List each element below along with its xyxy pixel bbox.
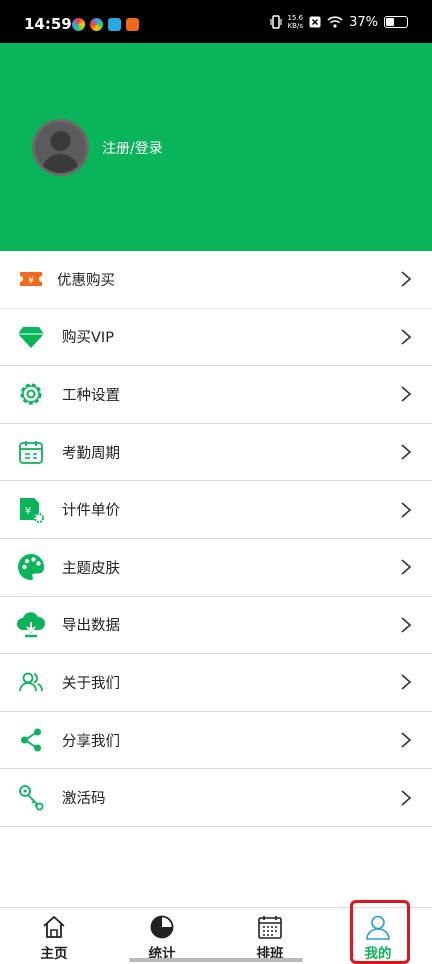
default-avatar-icon bbox=[41, 131, 80, 173]
chevron-right-icon bbox=[401, 732, 412, 748]
home-icon bbox=[43, 915, 65, 938]
chevron-right-icon bbox=[401, 271, 412, 287]
chevron-right-icon bbox=[401, 674, 412, 691]
battery-icon bbox=[384, 16, 408, 28]
avatar[interactable] bbox=[32, 119, 89, 176]
calendar-icon bbox=[16, 437, 46, 467]
menu-item-attendance-cycle[interactable]: 考勤周期 bbox=[0, 424, 432, 482]
status-time: 14:59 bbox=[24, 15, 72, 33]
wifi-icon bbox=[327, 16, 343, 28]
settings-menu: ¥ 优惠购买 购买VIP 工种设置 考勤周期 ¥ 计件单价 主题皮肤 导出数据 … bbox=[0, 251, 432, 827]
chevron-right-icon bbox=[401, 790, 412, 806]
tab-home[interactable]: 主页 bbox=[14, 908, 94, 964]
sim-off-icon bbox=[309, 16, 321, 28]
home-indicator[interactable] bbox=[129, 958, 303, 962]
chevron-right-icon bbox=[401, 444, 412, 460]
people-icon bbox=[16, 667, 46, 697]
share-icon bbox=[16, 725, 46, 755]
menu-item-buy-vip[interactable]: 购买VIP bbox=[0, 309, 432, 367]
menu-item-theme-skin[interactable]: 主题皮肤 bbox=[0, 539, 432, 597]
chevron-right-icon bbox=[401, 329, 412, 345]
net-speed: 15.6 KB/s bbox=[288, 14, 304, 30]
menu-item-piece-price[interactable]: ¥ 计件单价 bbox=[0, 481, 432, 539]
battery-percent: 37% bbox=[349, 14, 378, 30]
menu-item-label: 工种设置 bbox=[62, 387, 120, 404]
gear-icon bbox=[16, 379, 46, 409]
chevron-right-icon bbox=[401, 502, 412, 518]
menu-item-label: 激活码 bbox=[62, 791, 106, 808]
status-right: 15.6 KB/s 37% bbox=[269, 14, 408, 30]
menu-item-label: 关于我们 bbox=[62, 675, 120, 692]
menu-item-label: 购买VIP bbox=[62, 330, 114, 347]
vibrate-icon bbox=[269, 15, 282, 29]
profile-header: 注册/登录 bbox=[0, 43, 432, 251]
chevron-right-icon bbox=[401, 617, 412, 633]
menu-item-share-us[interactable]: 分享我们 bbox=[0, 712, 432, 770]
app-notification-icon bbox=[108, 18, 121, 31]
menu-item-activation-code[interactable]: 激活码 bbox=[0, 769, 432, 827]
menu-item-work-type-settings[interactable]: 工种设置 bbox=[0, 366, 432, 424]
palette-icon bbox=[16, 552, 46, 582]
svg-text:¥: ¥ bbox=[25, 506, 31, 517]
menu-item-about-us[interactable]: 关于我们 bbox=[0, 654, 432, 712]
chevron-right-icon bbox=[401, 559, 412, 575]
app-notification-icon bbox=[90, 18, 103, 31]
tab-statistics[interactable]: 统计 bbox=[122, 908, 202, 964]
tab-label: 主页 bbox=[40, 946, 68, 962]
menu-item-label: 主题皮肤 bbox=[62, 560, 120, 577]
menu-item-label: 计件单价 bbox=[62, 503, 120, 520]
menu-item-label: 优惠购买 bbox=[57, 272, 115, 289]
menu-item-label: 导出数据 bbox=[62, 618, 120, 635]
net-speed-value: 15.6 bbox=[287, 14, 304, 22]
price-doc-icon: ¥ bbox=[16, 495, 46, 525]
diamond-icon bbox=[16, 322, 46, 352]
menu-item-export-data[interactable]: 导出数据 bbox=[0, 597, 432, 655]
menu-item-discount-purchase[interactable]: ¥ 优惠购买 bbox=[0, 251, 432, 309]
menu-item-label: 考勤周期 bbox=[62, 445, 120, 462]
active-tab-highlight bbox=[350, 900, 410, 964]
menu-item-label: 分享我们 bbox=[62, 733, 120, 750]
app-notification-icon bbox=[72, 18, 85, 31]
login-register-link[interactable]: 注册/登录 bbox=[102, 138, 163, 158]
key-icon bbox=[16, 783, 46, 813]
tab-schedule[interactable]: 排班 bbox=[230, 908, 310, 964]
cloud-download-icon bbox=[16, 610, 46, 640]
net-speed-unit: KB/s bbox=[287, 22, 303, 30]
schedule-icon bbox=[258, 916, 282, 939]
status-bar: 14:59 15.6 KB/s 37% bbox=[0, 0, 432, 43]
app-notification-icon bbox=[126, 18, 139, 31]
coupon-icon: ¥ bbox=[16, 264, 46, 294]
chevron-right-icon bbox=[401, 386, 412, 403]
notification-icons bbox=[72, 18, 139, 31]
svg-text:¥: ¥ bbox=[28, 276, 34, 286]
pie-chart-icon bbox=[150, 915, 174, 939]
